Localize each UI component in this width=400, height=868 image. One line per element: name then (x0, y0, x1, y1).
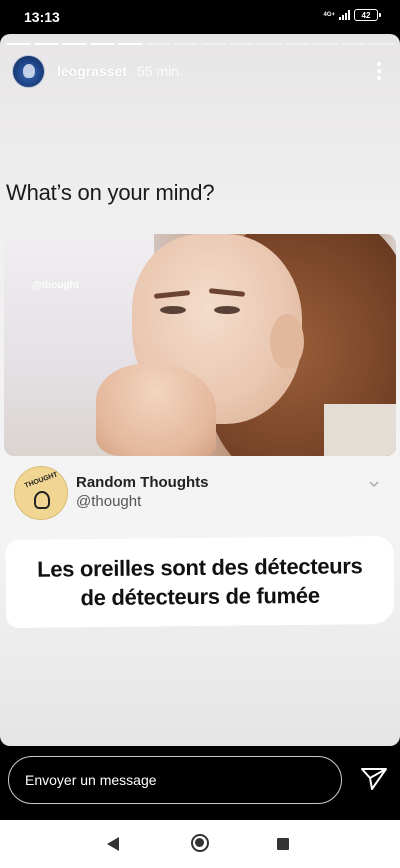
post-prompt: What’s on your mind? (6, 180, 215, 205)
story-progress-segment (313, 43, 339, 45)
network-type: 4G+ (323, 12, 335, 18)
story-card[interactable]: leograsset 55 min. What’s on your mind? … (0, 34, 400, 746)
chevron-down-icon (369, 481, 379, 488)
story-progress-segment (89, 43, 115, 45)
account-handle: @thought (76, 493, 142, 510)
story-progress-segment (145, 43, 171, 45)
story-progress-segment (117, 43, 143, 45)
story-caption: Les oreilles sont des détecteurs de déte… (5, 535, 395, 629)
story-progress-segment (61, 43, 87, 45)
recent-apps-icon[interactable] (277, 838, 289, 850)
system-nav-bar (0, 820, 400, 868)
story-header: leograsset 55 min. (12, 54, 388, 88)
post-image: @thought (4, 234, 396, 456)
battery-icon: 42 (354, 9, 381, 21)
message-input[interactable]: Envoyer un message (8, 756, 342, 804)
more-vertical-icon[interactable] (374, 62, 384, 80)
image-watermark: @thought (32, 280, 79, 291)
story-progress-segment (33, 43, 59, 45)
story-username[interactable]: leograsset (57, 63, 127, 79)
back-icon[interactable] (107, 837, 119, 851)
phone-screen: 13:13 4G+ 42 leograsset 55 min. What’s o… (0, 0, 400, 868)
story-progress-segment (173, 43, 199, 45)
send-icon[interactable] (360, 766, 388, 792)
status-icons: 4G+ 42 (323, 9, 381, 21)
story-progress-segment (341, 43, 366, 45)
story-progress-segment (6, 43, 31, 45)
signal-icon (339, 10, 350, 20)
lightbulb-icon (34, 491, 50, 509)
account-name: Random Thoughts (76, 474, 209, 491)
network-indicator: 4G+ (323, 12, 335, 18)
battery-level: 42 (361, 10, 371, 20)
story-progress-segment (257, 43, 283, 45)
story-progress-segment (368, 43, 394, 45)
status-bar: 13:13 4G+ 42 (0, 0, 400, 34)
avatar[interactable] (12, 54, 45, 88)
caption-line-1: Les oreilles sont des détecteurs (37, 553, 363, 582)
clock: 13:13 (24, 9, 60, 25)
home-icon[interactable] (191, 834, 209, 852)
story-progress-bar (6, 43, 394, 45)
caption-line-2: de détecteurs de fumée (80, 582, 320, 611)
account-avatar-text: THOUGHT (23, 471, 59, 490)
story-progress-segment (201, 43, 227, 45)
account-avatar: THOUGHT (14, 466, 68, 520)
story-time: 55 min. (137, 63, 183, 79)
message-placeholder: Envoyer un message (25, 772, 157, 788)
story-progress-segment (229, 43, 255, 45)
message-bar: Envoyer un message (0, 752, 400, 812)
post-account: THOUGHT Random Thoughts @thought (14, 466, 386, 522)
story-progress-segment (285, 43, 311, 45)
